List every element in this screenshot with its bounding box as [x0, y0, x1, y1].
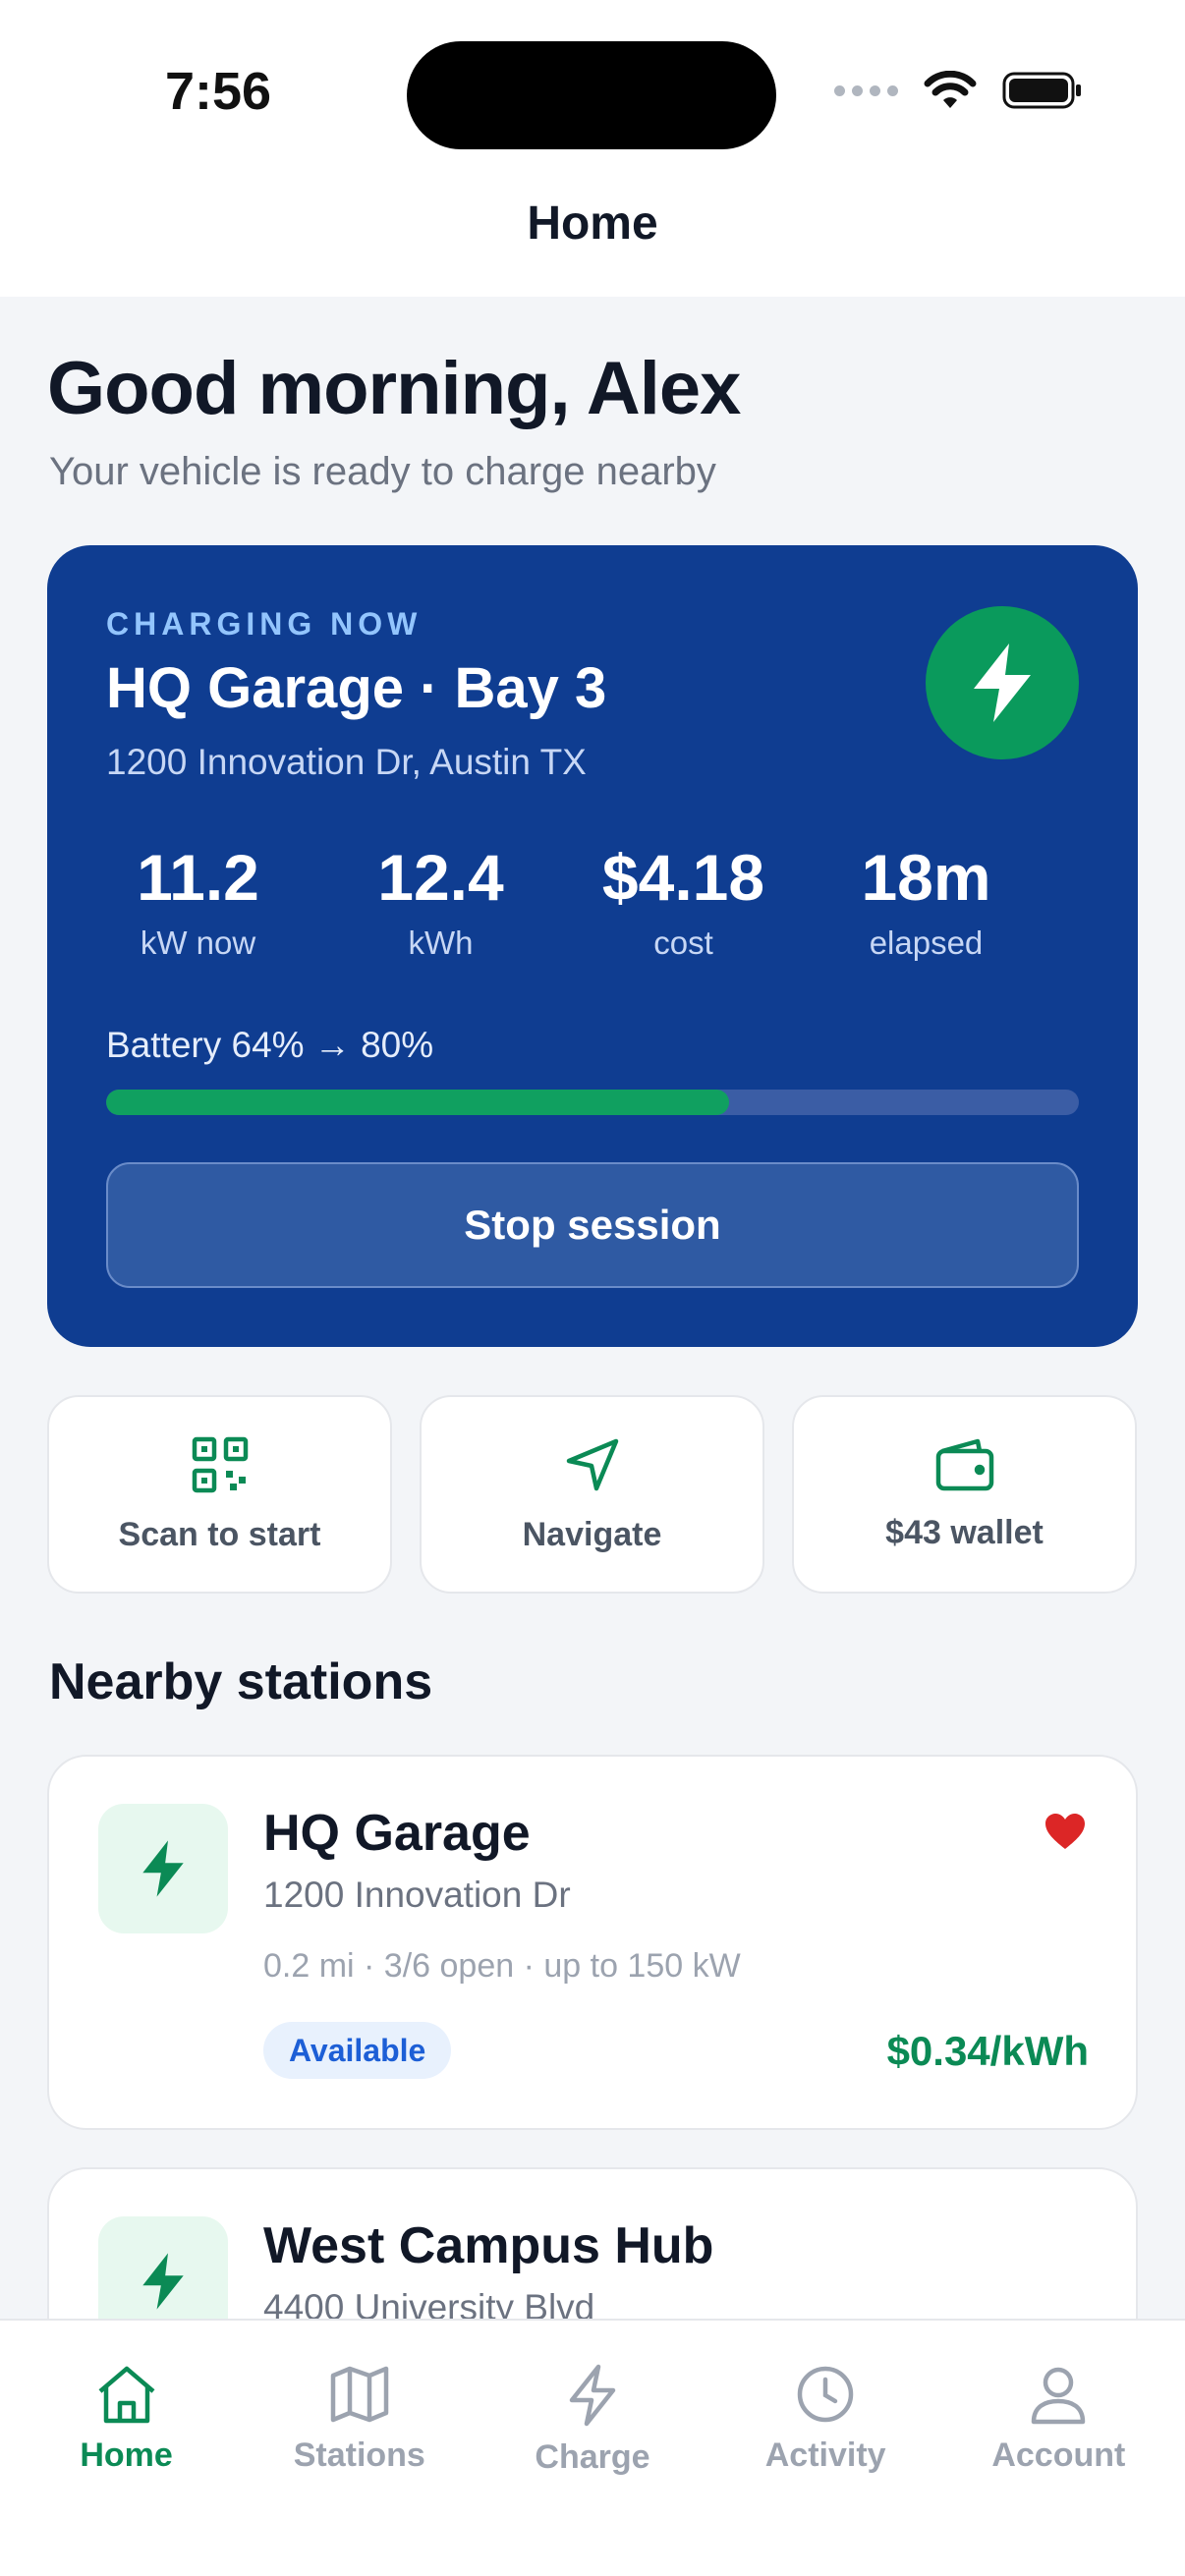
stat-energy: 12.4 kWh: [319, 840, 562, 962]
station-address: 1200 Innovation Dr: [263, 1875, 571, 1915]
nearby-stations-title: Nearby stations: [49, 1653, 433, 1710]
status-bar: 7:56: [0, 0, 1185, 187]
wifi-icon: [924, 71, 977, 108]
tab-label: Activity: [764, 2436, 886, 2474]
quick-action-label: Navigate: [522, 1515, 662, 1553]
station-card[interactable]: HQ Garage 1200 Innovation Dr 0.2 mi · 3/…: [47, 1755, 1138, 2130]
battery-progress-text: Battery 64% → 80%: [106, 1025, 434, 1065]
stat-label: elapsed: [869, 924, 984, 961]
stat-value: 12.4: [377, 841, 504, 914]
stat-label: kW now: [140, 924, 256, 961]
scan-to-start-button[interactable]: Scan to start: [47, 1395, 392, 1594]
qr-code-icon: [192, 1436, 248, 1492]
tab-activity[interactable]: Activity: [717, 2321, 933, 2576]
charging-station-address: 1200 Innovation Dr, Austin TX: [106, 742, 587, 782]
stop-session-button[interactable]: Stop session: [106, 1162, 1079, 1288]
charging-stats: 11.2 kW now 12.4 kWh $4.18 cost 18m elap…: [77, 840, 1108, 962]
battery-progress-fill: [106, 1090, 729, 1115]
tab-home[interactable]: Home: [19, 2321, 235, 2576]
stat-power: 11.2 kW now: [77, 840, 319, 962]
stat-value: 18m: [861, 841, 991, 914]
status-time: 7:56: [165, 62, 272, 121]
tab-account[interactable]: Account: [950, 2321, 1166, 2576]
bolt-icon: [98, 1804, 228, 1933]
stat-label: cost: [653, 924, 713, 961]
tab-bar: Home Stations Charge Activity Account: [0, 2319, 1185, 2576]
tab-label: Account: [991, 2436, 1126, 2474]
station-name: West Campus Hub: [263, 2217, 714, 2274]
navigate-arrow-icon: [566, 1438, 618, 1490]
tab-label: Stations: [293, 2436, 425, 2474]
cellular-signal-icon: [834, 84, 898, 96]
charging-status-label: CHARGING NOW: [106, 606, 423, 642]
stat-elapsed: 18m elapsed: [805, 840, 1047, 962]
quick-actions: Scan to start Navigate $43 wallet: [47, 1395, 1138, 1594]
quick-action-label: Scan to start: [118, 1515, 321, 1553]
charging-session-card[interactable]: CHARGING NOW HQ Garage · Bay 3 1200 Inno…: [47, 545, 1138, 1347]
bolt-icon: [926, 606, 1079, 759]
tab-label: Home: [80, 2436, 173, 2474]
clock-icon: [797, 2366, 854, 2423]
wallet-icon: [935, 1438, 993, 1490]
status-icons: [834, 71, 1083, 110]
home-icon: [98, 2366, 155, 2424]
stat-cost: $4.18 cost: [562, 840, 805, 962]
battery-icon: [1002, 72, 1081, 109]
bolt-icon: [569, 2364, 616, 2427]
dynamic-island: [407, 41, 776, 149]
charging-station-title: HQ Garage · Bay 3: [106, 656, 607, 720]
quick-action-label: $43 wallet: [885, 1513, 1044, 1551]
tab-stations[interactable]: Stations: [252, 2321, 468, 2576]
tab-charge[interactable]: Charge: [484, 2321, 701, 2576]
page-title: Home: [527, 197, 658, 250]
greeting-title: Good morning, Alex: [47, 347, 741, 430]
user-icon: [1032, 2367, 1086, 2425]
station-name: HQ Garage: [263, 1805, 531, 1862]
stat-label: kWh: [408, 924, 474, 961]
battery-progress-bar: [106, 1090, 1079, 1115]
stat-value: $4.18: [601, 841, 765, 914]
map-icon: [330, 2366, 389, 2423]
stat-value: 11.2: [137, 841, 259, 914]
favorite-heart-icon[interactable]: [1044, 1812, 1087, 1851]
station-meta: 0.2 mi · 3/6 open · up to 150 kW: [263, 1947, 741, 1985]
tab-label: Charge: [535, 2438, 650, 2476]
station-price: $0.34/kWh: [886, 2028, 1089, 2074]
greeting-subtitle: Your vehicle is ready to charge nearby: [49, 450, 716, 493]
wallet-button[interactable]: $43 wallet: [792, 1395, 1137, 1594]
status-badge: Available: [263, 2022, 452, 2079]
navigate-button[interactable]: Navigate: [420, 1395, 764, 1594]
